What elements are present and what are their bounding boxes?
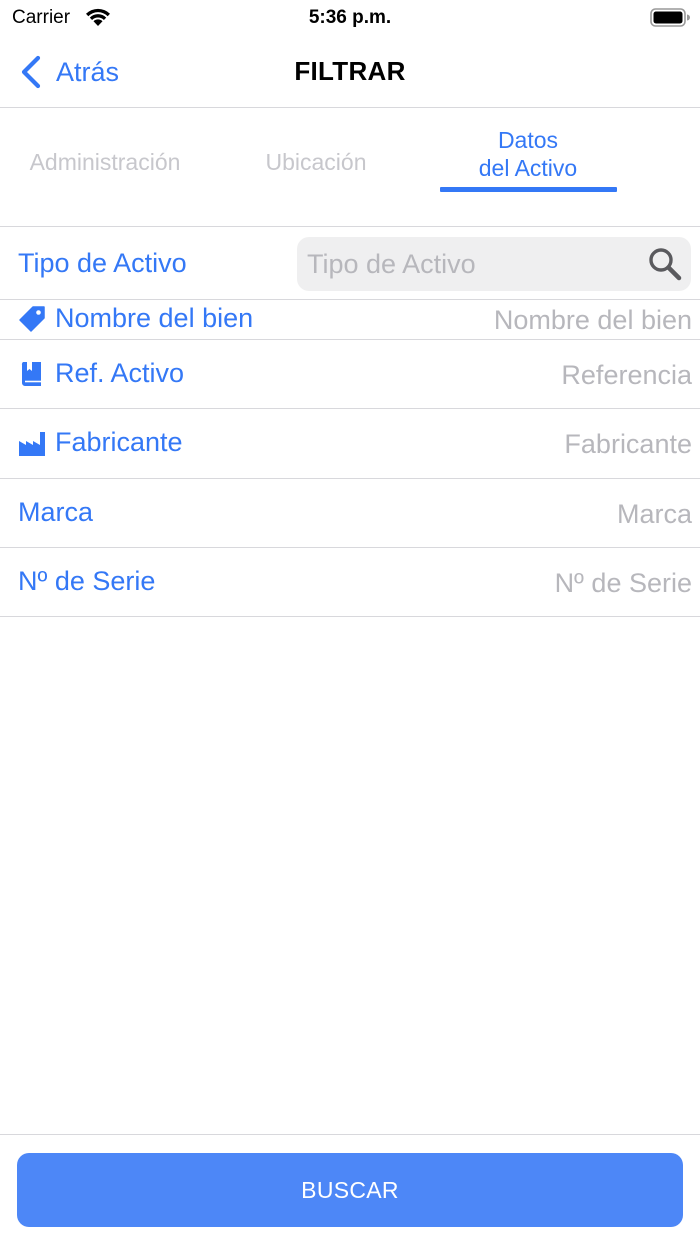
- nombre-bien-label-group: Nombre del bien: [18, 303, 253, 334]
- battery-icon: [650, 8, 690, 27]
- row-tipo-activo: Tipo de Activo Tipo de Activo: [0, 228, 700, 300]
- search-icon[interactable]: [647, 246, 683, 282]
- tab-datos-del-activo[interactable]: Datos del Activo: [440, 95, 616, 213]
- nombre-bien-label: Nombre del bien: [55, 303, 254, 333]
- fabricante-input[interactable]: Fabricante: [564, 429, 692, 460]
- footer-divider: [0, 1134, 700, 1135]
- tab-label: Datos del Activo: [478, 127, 578, 181]
- tipo-activo-placeholder: Tipo de Activo: [307, 249, 476, 279]
- clock: 5:36 p.m.: [308, 7, 392, 28]
- active-tab-indicator: [440, 187, 617, 192]
- buscar-button[interactable]: BUSCAR: [17, 1153, 683, 1227]
- row-marca[interactable]: Marca Marca: [0, 479, 700, 548]
- tab-bar: Administración Ubicación Datos del Activ…: [0, 109, 700, 227]
- nombre-bien-input[interactable]: Nombre del bien: [494, 305, 692, 336]
- row-ref-activo[interactable]: Ref. Activo Referencia: [0, 340, 700, 409]
- buscar-label: BUSCAR: [301, 1176, 399, 1203]
- factory-icon: [19, 431, 45, 456]
- tab-ubicacion[interactable]: Ubicación: [210, 103, 422, 221]
- tab-label: Ubicación: [265, 149, 367, 175]
- tag-icon: [19, 305, 45, 332]
- book-icon: [21, 361, 41, 386]
- serie-input[interactable]: Nº de Serie: [555, 568, 692, 599]
- ref-activo-input[interactable]: Referencia: [561, 360, 692, 391]
- status-bar: Carrier 5:36 p.m.: [0, 0, 700, 36]
- tab-label: Administración: [29, 149, 181, 175]
- page-title: FILTRAR: [294, 56, 406, 86]
- marca-label: Marca: [18, 497, 94, 527]
- ref-activo-label: Ref. Activo: [55, 358, 185, 388]
- tipo-activo-label: Tipo de Activo: [18, 248, 187, 278]
- serie-label: Nº de Serie: [18, 566, 156, 596]
- row-serie[interactable]: Nº de Serie Nº de Serie: [0, 548, 700, 617]
- row-nombre-bien[interactable]: Nombre del bien Nombre del bien: [0, 300, 700, 340]
- row-fabricante[interactable]: Fabricante Fabricante: [0, 409, 700, 479]
- tab-administracion[interactable]: Administración: [0, 103, 210, 221]
- marca-input[interactable]: Marca: [617, 499, 692, 530]
- tipo-activo-search-field[interactable]: Tipo de Activo: [297, 237, 691, 291]
- ref-activo-label-group: Ref. Activo: [18, 358, 184, 389]
- fabricante-label-group: Fabricante: [18, 427, 183, 458]
- fabricante-label: Fabricante: [55, 427, 183, 457]
